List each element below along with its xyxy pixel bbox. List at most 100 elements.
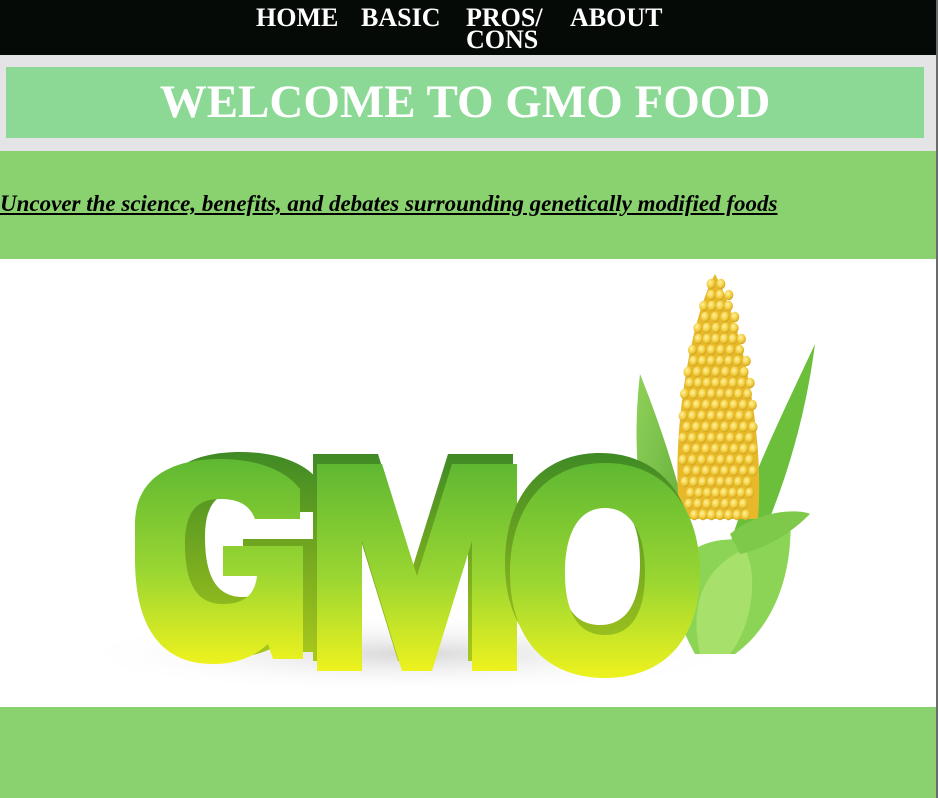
corn-kernel [706,432,716,444]
corn-kernel [685,377,695,389]
corn-kernel [745,487,754,499]
corn-kernel [716,344,726,356]
tagline-section: Uncover the science, benefits, and debat… [0,151,936,259]
corn-kernel [734,388,743,400]
corn-kernel [711,487,721,499]
corn-kernel [742,476,752,488]
corn-kernel [694,333,703,345]
corn-kernel [715,300,725,312]
corn-kernel [742,355,751,367]
corn-kernel [680,476,690,488]
corn-kernel [698,476,707,488]
corn-kernel [706,454,716,466]
gmo-letters [135,452,700,678]
corn-kernel [715,289,725,301]
corn-kernel [735,432,745,444]
corn-kernel [686,487,695,499]
corn-kernel [728,487,738,499]
corn-kernel [725,388,734,400]
corn-kernel [710,465,720,477]
corn-kernel [682,465,692,477]
corn-kernel [735,454,745,466]
corn-kernel [720,311,730,323]
corn-kernel [684,498,694,510]
corn-kernel [729,465,739,477]
corn-kernel [741,509,751,521]
corn-kernel [733,355,742,367]
corn-kernel [689,476,699,488]
corn-kernel [706,355,716,367]
corn-kernel [744,432,754,444]
footer-band [0,707,936,798]
corn-kernel [739,421,749,433]
corn-kernel [707,509,716,521]
corn-kernel [693,498,703,510]
corn-kernel [699,300,708,312]
corn-kernel [683,366,693,378]
tagline-text: Uncover the science, benefits, and debat… [0,191,778,216]
corn-kernel [729,421,739,433]
corn-kernel [707,300,717,312]
corn-kernel [729,322,739,334]
corn-kernel [711,399,720,411]
corn-kernel [682,443,692,455]
banner-section: WELCOME TO GMO FOOD [0,55,936,151]
corn-kernel [701,399,711,411]
corn-kernel [702,333,712,345]
banner: WELCOME TO GMO FOOD [6,67,924,138]
corn-kernel [710,311,720,323]
corn-kernel [724,289,734,301]
corn-kernel [710,421,720,433]
corn-kernel [744,410,754,422]
corn-kernel [694,487,704,499]
corn-kernel [706,344,716,356]
corn-kernel [693,377,703,389]
corn-kernel [729,498,739,510]
corn-kernel [711,333,721,345]
corn-kernel [716,432,726,444]
corn-kernel [702,487,712,499]
corn-kernel [682,421,692,433]
corn-kernel [710,443,720,455]
corn-kernel [716,476,725,488]
nav-home-link[interactable]: HOME [256,5,338,31]
corn-kernel [720,498,730,510]
corn-kernel [729,443,739,455]
corn-kernel [680,388,689,400]
corn-kernel [698,388,707,400]
corn-kernel [678,432,688,444]
corn-kernel [716,454,726,466]
corn-kernel [735,410,744,422]
corn-kernel [697,344,707,356]
corn-kernel [724,509,733,521]
corn-kernel [701,443,711,455]
corn-kernel [728,333,738,345]
corn-kernel [689,509,699,521]
nav-about-link[interactable]: ABOUT [570,5,662,31]
corn-kernel [702,498,712,510]
nav-basic-link[interactable]: BASIC [361,5,440,31]
nav-pros-cons-link[interactable]: PROS/ CONS [466,5,556,53]
gmo-corn-illustration [70,274,815,694]
corn-kernel [724,300,733,312]
corn-kernel [692,366,702,378]
corn-kernel [678,410,688,422]
corn-kernel [701,421,711,433]
corn-kernel [688,410,697,422]
page-title: WELCOME TO GMO FOOD [159,76,771,128]
corn-kernel [689,355,698,367]
corn-kernel [692,399,702,411]
corn-kernel [748,443,758,455]
corn-kernel [702,322,712,334]
corn-kernel [720,322,730,334]
corn-kernel [728,377,738,389]
corn-kernel [720,465,730,477]
corn-kernel [729,399,739,411]
corn-kernel [748,465,758,477]
corn-kernel [715,509,725,521]
corn-kernel [716,410,726,422]
corn-kernel [719,377,729,389]
corn-kernel [706,289,716,301]
corn-kernel [678,454,688,466]
top-nav: HOME BASIC PROS/ CONS ABOUT [0,0,936,55]
